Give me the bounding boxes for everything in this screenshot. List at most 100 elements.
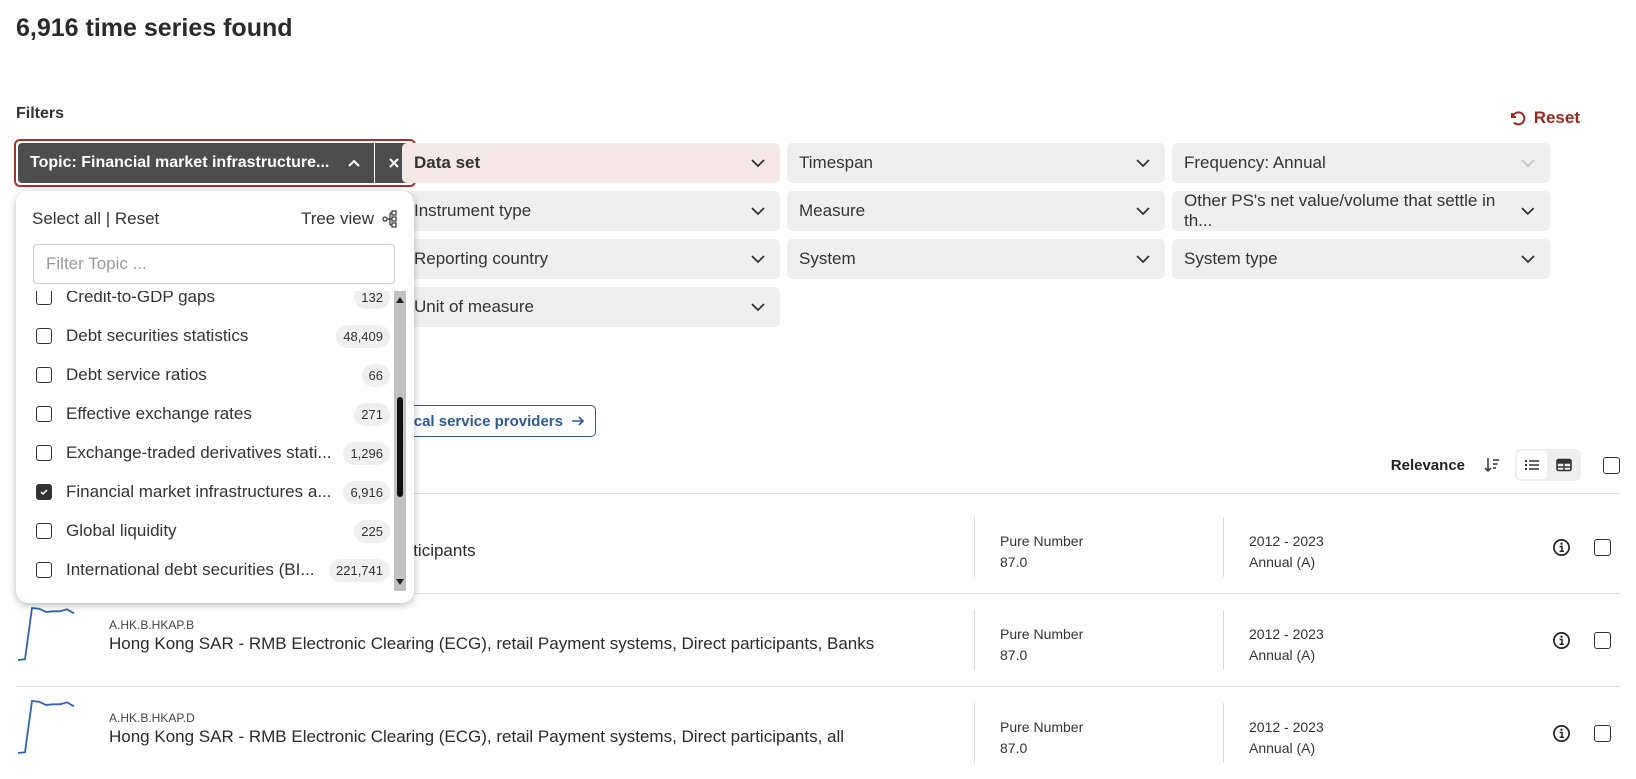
unit-cell: Pure Number 87.0 xyxy=(1000,717,1083,759)
checkbox[interactable] xyxy=(36,406,52,422)
row-select-checkbox[interactable] xyxy=(1594,632,1611,649)
checkbox[interactable] xyxy=(36,523,52,539)
series-name[interactable]: Hong Kong SAR - RMB Electronic Clearing … xyxy=(109,727,844,747)
sort-descending-icon[interactable] xyxy=(1483,456,1501,474)
service-providers-link[interactable]: tical service providers xyxy=(386,405,596,437)
tree-view-label: Tree view xyxy=(300,209,374,228)
topic-dropdown-panel: Select all | Reset Tree view Credit-to-G… xyxy=(16,191,414,603)
unit-label: Pure Number xyxy=(1000,533,1084,549)
series-name[interactable]: Hong Kong SAR - RMB Electronic Clearing … xyxy=(109,634,874,654)
frequency: Annual (A) xyxy=(1249,554,1316,570)
topic-item[interactable]: Credit-to-GDP gaps 132 xyxy=(36,291,390,317)
reset-filters-button[interactable]: Reset xyxy=(1508,108,1580,128)
unit-value: 87.0 xyxy=(1000,554,1028,570)
tree-icon xyxy=(382,210,397,228)
topic-item[interactable]: Effective exchange rates 271 xyxy=(36,394,390,434)
topic-item[interactable]: Financial market infrastructures a... 6,… xyxy=(36,472,390,512)
result-row[interactable]: A.HK.B.HKAP.B Hong Kong SAR - RMB Electr… xyxy=(16,594,1620,686)
chevron-up-icon xyxy=(348,159,360,167)
service-providers-label: tical service providers xyxy=(404,412,563,430)
dataset-filter[interactable]: Data set xyxy=(402,143,780,183)
scroll-up-arrow-icon[interactable] xyxy=(396,297,404,303)
chevron-down-icon xyxy=(1136,159,1150,168)
unit-cell: Pure Number 87.0 xyxy=(1000,624,1083,666)
frequency: Annual (A) xyxy=(1249,647,1316,663)
results-count-title: 6,916 time series found xyxy=(16,14,293,42)
topic-filter-toggle[interactable]: Topic: Financial market infrastructure..… xyxy=(18,143,374,183)
checkbox[interactable] xyxy=(36,291,52,305)
measure-filter[interactable]: Measure xyxy=(787,191,1165,231)
frequency: Annual (A) xyxy=(1249,740,1316,756)
count-badge: 48,409 xyxy=(336,324,390,348)
separator: | xyxy=(105,209,111,228)
other-ps-filter-label: Other PS's net value/volume that settle … xyxy=(1184,191,1496,230)
column-divider xyxy=(1223,517,1224,577)
tree-view-toggle[interactable]: Tree view xyxy=(301,209,398,229)
timespan: 2012 - 2023 xyxy=(1249,626,1324,642)
chevron-down-icon xyxy=(1521,255,1535,264)
reset-label: Reset xyxy=(1533,108,1580,127)
filters-heading: Filters xyxy=(16,105,65,122)
select-all-link[interactable]: Select all xyxy=(32,209,101,228)
topic-item[interactable]: Debt securities statistics 48,409 xyxy=(36,316,390,356)
timespan-cell: 2012 - 2023 Annual (A) xyxy=(1249,624,1324,666)
check-icon xyxy=(40,489,48,496)
chevron-down-icon xyxy=(1521,159,1535,168)
unit-label: Pure Number xyxy=(1000,719,1084,735)
chevron-down-icon xyxy=(1136,255,1150,264)
system-filter[interactable]: System xyxy=(787,239,1165,279)
reporting-country-filter[interactable]: Reporting country xyxy=(402,239,780,279)
timespan-filter-label: Timespan xyxy=(799,153,874,172)
count-badge: 221,741 xyxy=(329,558,390,582)
table-view-button[interactable] xyxy=(1549,451,1579,479)
topic-item[interactable]: International debt securities (BI... 221… xyxy=(36,550,390,590)
instrument-type-filter[interactable]: Instrument type xyxy=(402,191,780,231)
chevron-down-icon xyxy=(751,255,765,264)
result-row[interactable]: A.HK.B.HKAP.D Hong Kong SAR - RMB Electr… xyxy=(16,687,1620,779)
checkbox[interactable] xyxy=(36,367,52,383)
unit-cell: Pure Number 87.0 xyxy=(1000,531,1083,573)
checkbox[interactable] xyxy=(36,445,52,461)
count-badge: 132 xyxy=(354,291,390,309)
timespan-cell: 2012 - 2023 Annual (A) xyxy=(1249,717,1324,759)
info-icon[interactable] xyxy=(1552,724,1571,743)
row-select-checkbox[interactable] xyxy=(1594,539,1611,556)
topic-item-label: Debt securities statistics xyxy=(66,326,249,345)
info-icon[interactable] xyxy=(1552,631,1571,650)
sort-select[interactable]: Relevance xyxy=(1391,457,1465,474)
checkbox[interactable] xyxy=(36,562,52,578)
filter-topic-input[interactable] xyxy=(33,244,395,284)
topic-item[interactable]: Debt service ratios 66 xyxy=(36,355,390,395)
timespan-filter[interactable]: Timespan xyxy=(787,143,1165,183)
chevron-down-icon xyxy=(1521,207,1535,216)
system-type-filter[interactable]: System type xyxy=(1172,239,1550,279)
topic-list-scrollbar[interactable] xyxy=(394,291,406,591)
info-icon[interactable] xyxy=(1552,538,1571,557)
topic-list: Credit-to-GDP gaps 132 Debt securities s… xyxy=(16,291,394,591)
unit-of-measure-filter[interactable]: Unit of measure xyxy=(402,287,780,327)
panel-reset-link[interactable]: Reset xyxy=(115,209,159,228)
select-all-results-checkbox[interactable] xyxy=(1603,456,1620,474)
instrument-type-filter-label: Instrument type xyxy=(414,201,532,220)
list-icon xyxy=(1525,460,1539,470)
count-badge: 271 xyxy=(354,402,390,426)
topic-item[interactable]: Global liquidity 225 xyxy=(36,511,390,551)
list-view-button[interactable] xyxy=(1517,451,1547,479)
row-select-checkbox[interactable] xyxy=(1594,725,1611,742)
measure-filter-label: Measure xyxy=(799,201,866,220)
scroll-down-arrow-icon[interactable] xyxy=(396,579,404,585)
checkbox-checked[interactable] xyxy=(36,484,52,500)
timespan: 2012 - 2023 xyxy=(1249,719,1324,735)
unit-of-measure-filter-label: Unit of measure xyxy=(414,297,534,316)
other-ps-filter[interactable]: Other PS's net value/volume that settle … xyxy=(1172,191,1550,231)
checkbox[interactable] xyxy=(36,328,52,344)
frequency-filter[interactable]: Frequency: Annual xyxy=(1172,143,1550,183)
chevron-down-icon xyxy=(751,159,765,168)
results-toolbar: Relevance xyxy=(1391,449,1620,481)
column-divider xyxy=(974,703,975,763)
count-badge: 6,916 xyxy=(343,480,390,504)
chevron-down-icon xyxy=(751,207,765,216)
topic-filter: Topic: Financial market infrastructure..… xyxy=(14,139,416,187)
scrollbar-thumb[interactable] xyxy=(397,397,403,497)
topic-item[interactable]: Exchange-traded derivatives stati... 1,2… xyxy=(36,433,390,473)
